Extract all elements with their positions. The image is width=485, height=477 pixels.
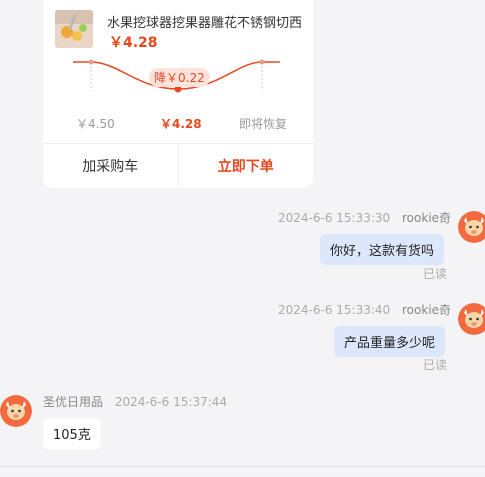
product-title[interactable]: 水果挖球器挖果器雕花不锈钢切西 — [107, 12, 307, 31]
avatar[interactable] — [0, 395, 32, 427]
avatar[interactable] — [458, 211, 485, 243]
add-to-cart-button[interactable]: 加采购车 — [43, 144, 179, 188]
upcoming-price-point — [259, 59, 265, 65]
message-sender: rookie奇 — [402, 303, 452, 317]
price-drop-badge: 降￥0.22 — [149, 68, 210, 87]
current-price-label: ￥4.28 — [160, 117, 202, 131]
price-trend: 降￥0.22 ￥4.50 ￥4.28 即将恢复 — [43, 58, 313, 138]
avatar[interactable] — [458, 303, 485, 335]
old-price-point — [88, 59, 94, 65]
upcoming-label: 即将恢复 — [239, 117, 288, 131]
product-card: 水果挖球器挖果器雕花不锈钢切西 ￥4.28 降￥0.22 ￥4.50 ￥4.28… — [43, 0, 313, 188]
avatar-icon — [458, 211, 485, 243]
read-status: 已读 — [423, 358, 448, 372]
order-now-button[interactable]: 立即下单 — [179, 144, 314, 188]
message-sender: 圣优日用品 — [43, 395, 104, 409]
message-bubble[interactable]: 105克 — [43, 418, 101, 449]
card-actions: 加采购车 立即下单 — [43, 143, 313, 188]
input-divider — [0, 466, 485, 467]
message-meta: 2024-6-6 15:33:30 rookie奇 — [278, 209, 451, 226]
message-time: 2024-6-6 15:33:40 — [278, 303, 391, 317]
read-status: 已读 — [423, 267, 448, 281]
message-meta: 2024-6-6 15:33:40 rookie奇 — [278, 301, 451, 318]
message-meta: 圣优日用品 2024-6-6 15:37:44 — [43, 393, 227, 410]
product-price: ￥4.28 — [109, 35, 158, 51]
old-price-label: ￥4.50 — [76, 117, 115, 131]
message-time: 2024-6-6 15:37:44 — [114, 395, 228, 409]
message-bubble[interactable]: 你好，这款有货吗 — [320, 234, 445, 265]
avatar-icon — [0, 395, 32, 427]
message-sender: rookie奇 — [402, 211, 452, 225]
product-thumbnail[interactable] — [55, 10, 93, 48]
message-bubble[interactable]: 产品重量多少呢 — [334, 326, 446, 357]
message-time: 2024-6-6 15:33:30 — [278, 211, 391, 225]
avatar-icon — [458, 303, 485, 335]
